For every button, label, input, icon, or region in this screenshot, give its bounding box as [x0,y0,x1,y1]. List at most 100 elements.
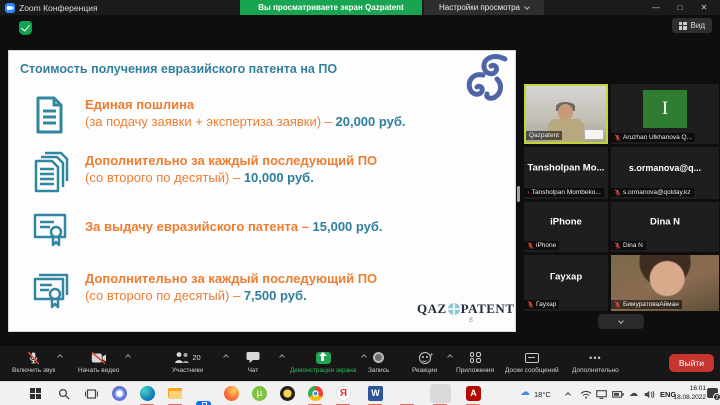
participant-tile-photo[interactable]: БимуратоваАйман [611,255,719,311]
view-settings-button[interactable]: Настройки просмотра [424,0,544,15]
utorrent-icon[interactable]: µ [252,386,267,401]
temperature-label[interactable]: 18°C [534,390,551,399]
video-off-icon [91,352,107,364]
certificates-stack-icon [31,269,71,311]
wifi-icon[interactable] [580,390,592,399]
paper-shape [585,130,603,139]
onedrive-cloud-icon[interactable]: ☁ [629,388,638,399]
start-button[interactable] [28,386,43,401]
windows-logo-icon [30,388,41,399]
leave-button[interactable]: Выйти [669,354,714,372]
edge-browser-icon[interactable] [140,386,155,401]
participant-name-label: Aruzhan Ulkhanova Q... [611,133,695,142]
participant-name: Tansholpan Mombeko... [532,189,601,196]
notification-badge: 2 [713,393,720,401]
muted-mic-icon [527,301,534,308]
record-button[interactable]: Запись [368,350,389,374]
file-explorer-icon[interactable] [168,386,183,401]
logo-text-right: PATENT [461,301,515,317]
participant-tile[interactable]: Tansholpan Mo... Tansholpan Mombeko... [524,147,608,199]
minimize-button[interactable]: — [644,0,668,15]
participant-big-name: Гаухар [524,272,608,283]
app-title-group: Zoom Конференция [5,0,98,15]
participant-big-name: Dina N [611,217,719,228]
display-icon[interactable] [596,390,607,399]
panel-resize-handle[interactable] [517,186,520,202]
kazakh-ornament-icon [463,53,509,105]
yandex-browser-icon[interactable]: Я [336,386,351,401]
view-button-label: Вид [691,21,705,30]
slide-item-line: (за подачу заявки + экспертиза заявки) –… [85,114,406,129]
weather-icon[interactable]: ☁ [520,387,530,398]
participant-tile[interactable]: s.ormanova@q... s.ormanova@qolday.kz [611,147,719,199]
slide-page-number: 8 [469,317,473,324]
start-video-button[interactable]: Начать видео [78,350,119,374]
chrome-icon[interactable] [308,386,323,401]
cortana-icon[interactable] [112,386,127,401]
task-view-button[interactable] [84,386,99,401]
zoom-logo-icon [5,3,15,13]
participant-tile-video[interactable]: Qazpatent [524,84,608,144]
participant-name: s.ormanova@qolday.kz [623,189,691,196]
participants-count: 20 [192,353,200,362]
share-screen-button[interactable]: Демонстрация экрана [290,350,356,374]
maximize-button[interactable]: □ [668,0,692,15]
app-title: Zoom Конференция [19,3,98,13]
slide-item-price: 20,000 руб. [336,114,406,129]
apps-button[interactable]: Приложения [456,350,494,374]
security-shield-icon[interactable] [19,21,32,35]
record-label: Запись [368,367,389,374]
slide-item-heading: Единая пошлина [85,97,194,112]
speaker-icon[interactable] [644,390,655,399]
zoom-meeting-window: Zoom Конференция Вы просматриваете экран… [0,0,720,405]
participant-big-name: Tansholpan Mo... [524,162,608,173]
participant-name-label: s.ormanova@qolday.kz [611,188,694,197]
battery-icon[interactable] [612,391,624,398]
participant-tile[interactable]: Гаухар Гаухар [524,255,608,311]
tray-expand-chevron[interactable] [565,392,571,398]
participant-name: Aruzhan Ulkhanova Q... [623,134,692,141]
muted-mic-icon [527,242,534,249]
plus-icon: + [430,352,434,359]
video-options-chevron[interactable] [125,354,131,360]
muted-mic-icon [614,301,621,308]
participants-options-chevron[interactable] [223,354,229,360]
participant-tile[interactable]: I Aruzhan Ulkhanova Q... [611,84,719,144]
word-icon[interactable]: W [368,386,383,401]
taskbar-search-button[interactable] [56,386,71,401]
muted-mic-icon [527,189,530,196]
chat-button[interactable]: Чат [246,350,260,374]
slide-item-line: За выдачу евразийского патента – 15,000 … [85,219,383,234]
slide-item-price: 10,000 руб. [244,170,314,185]
view-button[interactable]: Вид [672,18,712,33]
clock[interactable]: 16:01 18.08.2022 [673,385,706,402]
notification-center-icon[interactable]: 2 [707,388,718,398]
microsoft-store-icon[interactable] [196,401,211,405]
mute-options-chevron[interactable] [57,354,63,360]
reactions-options-chevron[interactable] [447,354,453,360]
participant-tile[interactable]: Dina N Dina N [611,202,719,252]
mute-button[interactable]: Включить звук [12,350,55,374]
chevron-down-icon [618,318,624,324]
task-view-icon [85,388,98,400]
whiteboards-button[interactable]: Доски сообщений [505,350,559,374]
logo-text-left: QAZ [417,301,447,317]
chat-label: Чат [248,367,259,374]
share-options-chevron[interactable] [361,354,367,360]
reactions-button[interactable]: + Реакции [412,350,437,374]
participant-name-label: Tansholpan Mombeko... [524,188,604,197]
participant-name: БимуратоваАйман [623,301,679,308]
close-button[interactable]: ✕ [692,0,716,15]
participant-name: iPhone [536,242,556,249]
scroll-participants-button[interactable] [598,314,644,329]
participants-button[interactable]: 20 Участники [172,350,203,374]
slide-item-line: (со второго по десятый) – 10,000 руб. [85,170,314,185]
more-dots-icon: ••• [589,353,601,363]
firefox-icon[interactable] [224,386,239,401]
more-button[interactable]: ••• Дополнительно [572,350,619,374]
slide-item-heading: За выдачу евразийского патента – [85,219,313,234]
chat-options-chevron[interactable] [279,354,285,360]
participant-tile[interactable]: iPhone iPhone [524,202,608,252]
acrobat-icon[interactable]: A [466,386,481,401]
media-app-icon[interactable] [280,386,295,401]
